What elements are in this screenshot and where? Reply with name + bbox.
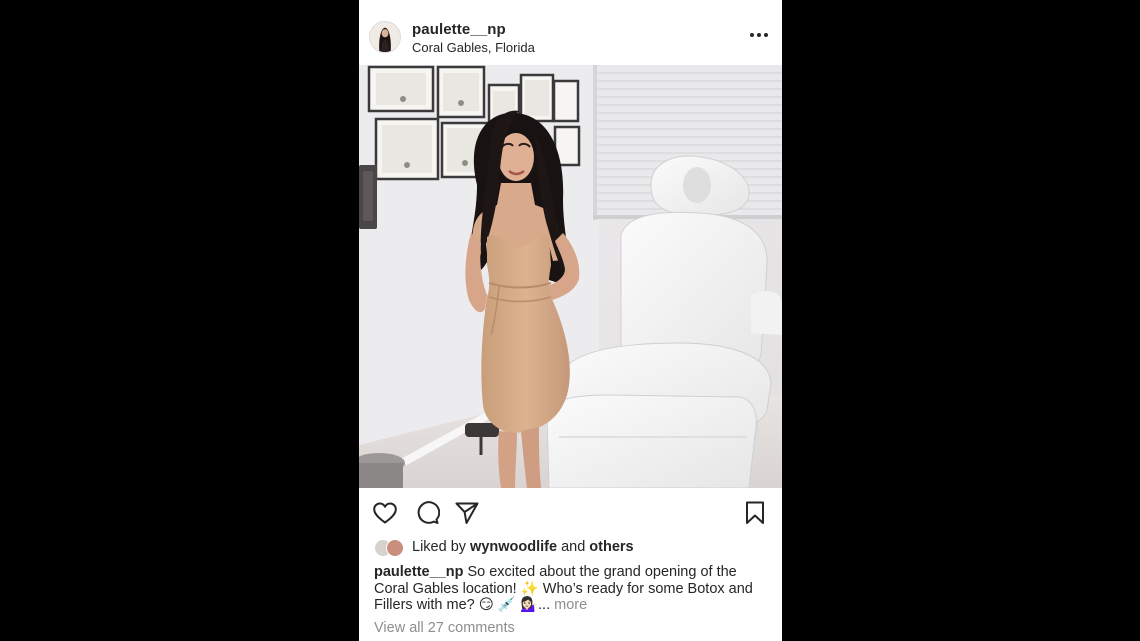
post-location[interactable]: Coral Gables, Florida — [412, 40, 535, 55]
likes-text: Liked by wynwoodlife and others — [412, 539, 634, 555]
post-header: paulette__np Coral Gables, Florida — [359, 0, 782, 65]
post-action-bar — [359, 488, 782, 538]
likes-summary: Liked by wynwoodlife and others — [374, 538, 774, 558]
liked-by-label: Liked by — [412, 539, 471, 555]
post-caption: paulette__np So excited about the grand … — [374, 564, 774, 614]
likes-joiner: and — [557, 539, 590, 555]
heart-icon[interactable] — [372, 500, 398, 526]
liker-avatars[interactable] — [374, 538, 408, 558]
caption-ellipsis: ... — [538, 597, 555, 614]
more-options-icon[interactable] — [748, 28, 770, 42]
instagram-post-card: paulette__np Coral Gables, Florida Liked… — [359, 0, 782, 641]
caption-more-link[interactable]: more — [554, 597, 587, 613]
paper-plane-icon[interactable] — [454, 500, 480, 526]
avatar[interactable] — [369, 21, 401, 53]
bookmark-icon[interactable] — [742, 500, 768, 526]
likes-others-link[interactable]: others — [589, 539, 633, 555]
avatar — [386, 539, 404, 557]
liker-username[interactable]: wynwoodlife — [470, 539, 557, 555]
post-photo[interactable] — [359, 65, 782, 488]
caption-username[interactable]: paulette__np — [374, 564, 463, 580]
comment-bubble-icon[interactable] — [414, 500, 440, 526]
post-username[interactable]: paulette__np — [412, 21, 506, 38]
view-all-comments-link[interactable]: View all 27 comments — [374, 620, 515, 636]
